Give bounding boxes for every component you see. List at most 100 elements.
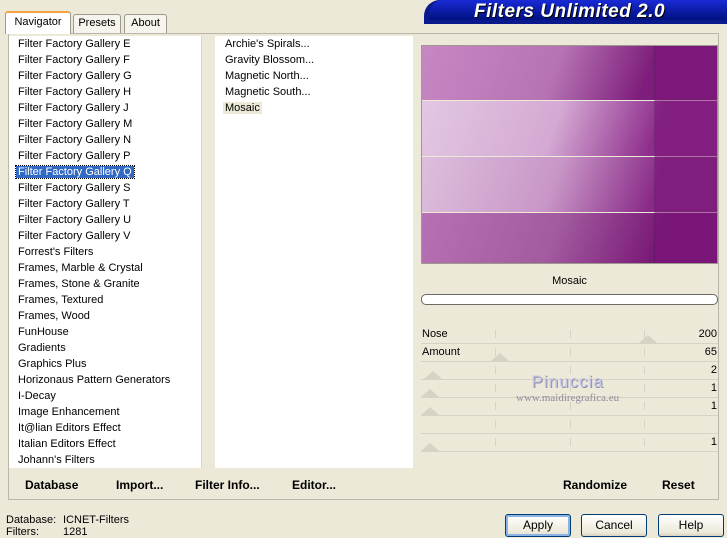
slider-value: 1 xyxy=(710,436,717,448)
slider-thumb[interactable] xyxy=(424,371,442,379)
import-button[interactable]: Import... xyxy=(116,478,163,492)
category-item[interactable]: Filter Factory Gallery Q xyxy=(9,164,201,180)
category-label: Filter Factory Gallery M xyxy=(18,118,133,130)
category-item[interactable]: Filter Factory Gallery S xyxy=(9,180,201,196)
parameter-slider[interactable]: Amount 65 xyxy=(421,344,718,362)
filters-count: 1281 xyxy=(63,526,88,538)
filter-list[interactable]: Archie's Spirals... Gravity Blossom... Mag… xyxy=(215,36,413,468)
category-item[interactable]: It@lian Editors Effect xyxy=(9,420,201,436)
category-label: Filter Factory Gallery E xyxy=(18,38,131,50)
category-item[interactable]: Filter Factory Gallery T xyxy=(9,196,201,212)
category-item[interactable]: Filter Factory Gallery M xyxy=(9,116,201,132)
category-label: Frames, Stone & Granite xyxy=(18,278,140,290)
parameter-slider[interactable]: 2 xyxy=(421,362,718,380)
filter-label: Archie's Spirals... xyxy=(225,38,310,50)
category-label: Filter Factory Gallery F xyxy=(18,54,130,66)
filter-item[interactable]: Gravity Blossom... xyxy=(215,52,413,68)
category-label: Filter Factory Gallery T xyxy=(18,198,130,210)
filters-label: Filters: xyxy=(6,526,39,538)
category-item[interactable]: Filter Factory Gallery V xyxy=(9,228,201,244)
filter-item[interactable]: Magnetic South... xyxy=(215,84,413,100)
cancel-button[interactable]: Cancel xyxy=(581,514,647,537)
filter-preview xyxy=(421,45,718,264)
category-item[interactable]: Italian Editors Effect xyxy=(9,436,201,452)
slider-value: 1 xyxy=(710,400,717,412)
help-button[interactable]: Help xyxy=(658,514,724,537)
category-item[interactable]: Johann's Filters xyxy=(9,452,201,468)
category-label: Frames, Marble & Crystal xyxy=(18,262,143,274)
slider-value: 1 xyxy=(710,382,717,394)
reset-button[interactable]: Reset xyxy=(662,478,695,492)
category-label: Image Enhancement xyxy=(18,406,120,418)
category-item[interactable]: Filter Factory Gallery J xyxy=(9,100,201,116)
tab-presets[interactable]: Presets xyxy=(73,14,121,33)
category-item[interactable]: Filter Factory Gallery U xyxy=(9,212,201,228)
category-item[interactable]: Graphics Plus xyxy=(9,356,201,372)
category-item[interactable]: Horizonaus Pattern Generators xyxy=(9,372,201,388)
tab-about[interactable]: About xyxy=(124,14,167,33)
category-label: Gradients xyxy=(18,342,66,354)
apply-button[interactable]: Apply xyxy=(505,514,571,537)
parameter-slider[interactable]: Nose 200 xyxy=(421,326,718,344)
app-title: Filters Unlimited 2.0 xyxy=(474,1,666,22)
category-label: Filter Factory Gallery V xyxy=(18,230,131,242)
editor-button[interactable]: Editor... xyxy=(292,478,336,492)
category-item[interactable]: Filter Factory Gallery E xyxy=(9,36,201,52)
category-label: Johann's Filters xyxy=(18,454,95,466)
slider-thumb[interactable] xyxy=(421,407,439,415)
category-label: Horizonaus Pattern Generators xyxy=(18,374,171,386)
category-item[interactable]: Filter Factory Gallery G xyxy=(9,68,201,84)
category-item[interactable]: I-Decay xyxy=(9,388,201,404)
category-item[interactable]: Gradients xyxy=(9,340,201,356)
slider-thumb[interactable] xyxy=(421,443,439,451)
category-label: Filter Factory Gallery J xyxy=(18,102,129,114)
slider-value: 200 xyxy=(698,328,717,340)
category-item[interactable]: FunHouse xyxy=(9,324,201,340)
category-item[interactable]: Image Enhancement xyxy=(9,404,201,420)
category-label: Filter Factory Gallery G xyxy=(18,70,132,82)
current-filter-name: Mosaic xyxy=(552,275,587,287)
category-item[interactable]: Forrest's Filters xyxy=(9,244,201,260)
parameter-sliders: Nose 200 Amount 65 2 1 1 1 xyxy=(421,326,718,452)
category-label: Filter Factory Gallery S xyxy=(18,182,131,194)
category-label: FunHouse xyxy=(18,326,69,338)
parameter-slider[interactable]: 1 xyxy=(421,434,718,452)
category-item[interactable]: Frames, Textured xyxy=(9,292,201,308)
category-item[interactable]: Frames, Marble & Crystal xyxy=(9,260,201,276)
randomize-button[interactable]: Randomize xyxy=(563,478,627,492)
database-label: Database: xyxy=(6,514,57,526)
filter-label: Magnetic North... xyxy=(225,70,309,82)
title-banner: Filters Unlimited 2.0 xyxy=(424,0,727,24)
database-info: Database: ICNET-Filters Filters: 1281 xyxy=(6,514,129,538)
category-label: Filter Factory Gallery P xyxy=(18,150,131,162)
category-label: Italian Editors Effect xyxy=(18,438,116,450)
category-list[interactable]: Filter Factory Gallery E Filter Factory G… xyxy=(9,36,201,468)
category-label: I-Decay xyxy=(18,390,56,402)
category-label: Filter Factory Gallery U xyxy=(18,214,132,226)
category-item[interactable]: Filter Factory Gallery N xyxy=(9,132,201,148)
filter-item[interactable]: Magnetic North... xyxy=(215,68,413,84)
category-item[interactable]: Filter Factory Gallery H xyxy=(9,84,201,100)
database-value: ICNET-Filters xyxy=(63,514,129,526)
tab-navigator[interactable]: Navigator xyxy=(5,11,71,34)
parameter-slider[interactable]: 1 xyxy=(421,398,718,416)
category-item[interactable]: Filter Factory Gallery P xyxy=(9,148,201,164)
filter-item[interactable]: Mosaic xyxy=(215,100,413,116)
category-label: Filter Factory Gallery N xyxy=(18,134,132,146)
parameter-slider[interactable] xyxy=(421,416,718,434)
filter-item[interactable]: Archie's Spirals... xyxy=(215,36,413,52)
category-label: Filter Factory Gallery H xyxy=(18,86,132,98)
category-item[interactable]: Frames, Wood xyxy=(9,308,201,324)
slider-thumb[interactable] xyxy=(491,353,509,361)
filter-info-button[interactable]: Filter Info... xyxy=(195,478,260,492)
category-item[interactable]: Filter Factory Gallery F xyxy=(9,52,201,68)
category-list-scrollbar[interactable] xyxy=(201,36,210,468)
category-item[interactable]: Frames, Stone & Granite xyxy=(9,276,201,292)
database-button[interactable]: Database xyxy=(25,478,78,492)
slider-thumb[interactable] xyxy=(639,335,657,343)
category-label: Frames, Wood xyxy=(18,310,90,322)
filter-label: Mosaic xyxy=(223,102,262,114)
filter-label: Gravity Blossom... xyxy=(225,54,315,66)
slider-thumb[interactable] xyxy=(421,389,439,397)
parameter-slider[interactable]: 1 xyxy=(421,380,718,398)
